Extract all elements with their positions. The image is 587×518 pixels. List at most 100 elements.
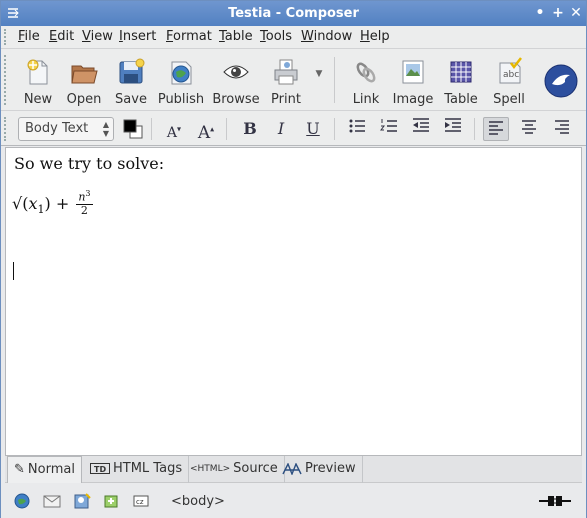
tab-source[interactable]: <HTML> Source — [184, 456, 285, 483]
menu-format[interactable]: Format — [166, 29, 212, 44]
chevron-down-icon: ▼ — [315, 69, 323, 79]
open-button[interactable]: Open — [57, 55, 111, 107]
numbered-list-icon — [380, 119, 397, 132]
text-color-button[interactable] — [121, 117, 145, 141]
align-left-icon — [489, 121, 503, 135]
menu-bar: File Edit View Insert Format Table Tools… — [1, 26, 586, 48]
new-document-icon — [27, 59, 48, 85]
publish-label: Publish — [157, 92, 205, 107]
bullet-list-icon — [349, 119, 365, 133]
math-formula[interactable]: √(x1) + n3 2 — [12, 188, 93, 219]
toolbar-separator — [334, 57, 335, 103]
menu-insert[interactable]: Insert — [119, 29, 156, 44]
svg-text:TD: TD — [94, 465, 106, 474]
close-button[interactable]: ✕ — [568, 4, 584, 22]
menu-help[interactable]: Help — [360, 29, 390, 44]
minimize-button[interactable]: • — [532, 4, 548, 22]
math-numerator: n3 — [76, 188, 93, 205]
open-folder-icon — [71, 65, 98, 84]
decrease-font-icon: A▾ — [166, 124, 182, 141]
math-exponent: 3 — [85, 189, 91, 198]
link-button[interactable]: Link — [339, 55, 393, 107]
align-center-button[interactable] — [516, 117, 542, 141]
outdent-button[interactable] — [408, 117, 434, 141]
table-grid-icon — [450, 61, 472, 83]
smaller-font-button[interactable]: A▾ — [161, 117, 187, 141]
publish-button[interactable]: Publish — [154, 55, 208, 107]
link-label: Link — [352, 92, 380, 107]
print-label: Print — [271, 92, 301, 107]
indent-button[interactable] — [440, 117, 466, 141]
tab-normal[interactable]: ✎ Normal — [7, 456, 82, 483]
text-cursor — [13, 262, 14, 280]
maximize-button[interactable]: + — [550, 4, 566, 22]
title-bar[interactable]: Testia - Composer • + ✕ — [1, 1, 586, 26]
browse-button[interactable]: Browse — [209, 55, 263, 107]
browser-globe-icon[interactable] — [13, 493, 31, 509]
paragraph-style-select[interactable]: Body Text ▲ ▼ — [18, 117, 114, 141]
menu-edit[interactable]: Edit — [49, 29, 74, 44]
seamonkey-logo-icon — [544, 64, 578, 98]
image-button[interactable]: Image — [386, 55, 440, 107]
element-breadcrumb[interactable]: <body> — [171, 494, 225, 509]
format-toolbar: Body Text ▲ ▼ A▾ A▴ B I U — [1, 110, 586, 146]
html-source-icon: <HTML> — [190, 463, 231, 474]
paragraph-style-value: Body Text — [25, 121, 89, 136]
svg-text:abc: abc — [503, 70, 519, 80]
spell-label: Spell — [493, 92, 525, 107]
document-editor[interactable]: So we try to solve: √(x1) + n3 2 — [5, 147, 582, 456]
spinner-arrows-icon: ▲ ▼ — [102, 120, 109, 138]
online-connection-icon[interactable] — [538, 494, 572, 508]
math-paren-close: ) — [44, 193, 51, 213]
seamonkey-logo-button[interactable] — [539, 55, 583, 105]
menubar-grip[interactable] — [4, 29, 8, 45]
math-fraction: n3 2 — [76, 188, 93, 217]
menu-view[interactable]: View — [82, 29, 113, 44]
format-separator — [334, 118, 335, 140]
composer-window: Testia - Composer • + ✕ File Edit View I… — [0, 0, 587, 518]
menu-file[interactable]: File — [18, 29, 40, 44]
composer-icon[interactable] — [103, 493, 121, 509]
format-separator — [226, 118, 227, 140]
open-label: Open — [66, 92, 102, 107]
align-left-button[interactable] — [483, 117, 509, 141]
save-button[interactable]: Save — [104, 55, 158, 107]
table-button[interactable]: Table — [434, 55, 488, 107]
outdent-icon — [413, 118, 429, 132]
print-dropdown-button[interactable]: ▼ — [309, 69, 329, 89]
toolbar-grip[interactable] — [4, 55, 8, 105]
tab-html-tags-label: HTML Tags — [113, 461, 183, 476]
math-plus: + — [55, 193, 70, 213]
pencil-icon: ✎ — [14, 462, 25, 477]
tab-preview[interactable]: Preview — [276, 456, 363, 483]
window-title: Testia - Composer — [228, 6, 359, 21]
tab-normal-label: Normal — [27, 462, 75, 477]
numbered-list-button[interactable] — [376, 117, 402, 141]
mail-icon[interactable] — [43, 493, 61, 509]
publish-globe-icon — [171, 61, 192, 85]
document-paragraph[interactable]: So we try to solve: — [14, 154, 164, 173]
tab-html-tags[interactable]: TD HTML Tags — [84, 456, 190, 483]
spellcheck-icon: abc — [499, 57, 522, 84]
italic-button[interactable]: I — [268, 117, 294, 141]
print-button[interactable]: Print — [259, 55, 313, 107]
menu-tools[interactable]: Tools — [260, 29, 292, 44]
browse-label: Browse — [212, 92, 260, 107]
address-book-icon[interactable] — [73, 493, 91, 509]
align-center-icon — [522, 120, 536, 134]
format-toolbar-grip[interactable] — [4, 117, 8, 141]
larger-font-button[interactable]: A▴ — [193, 117, 219, 143]
bold-button[interactable]: B — [237, 117, 263, 141]
bullet-list-button[interactable] — [344, 117, 370, 141]
spell-button[interactable]: abc Spell — [482, 55, 536, 107]
align-right-button[interactable] — [549, 117, 575, 141]
menu-window[interactable]: Window — [301, 29, 352, 44]
menu-table[interactable]: Table — [219, 29, 253, 44]
irc-chat-icon[interactable]: cz — [132, 493, 150, 509]
td-tag-icon: TD — [90, 463, 110, 474]
underline-button[interactable]: U — [300, 117, 326, 141]
save-label: Save — [115, 92, 147, 107]
browse-eye-icon — [223, 65, 249, 79]
composition-toolbar: New Open Save Publish Browse Print ▼ Lin… — [1, 48, 586, 110]
indent-icon — [445, 118, 461, 132]
